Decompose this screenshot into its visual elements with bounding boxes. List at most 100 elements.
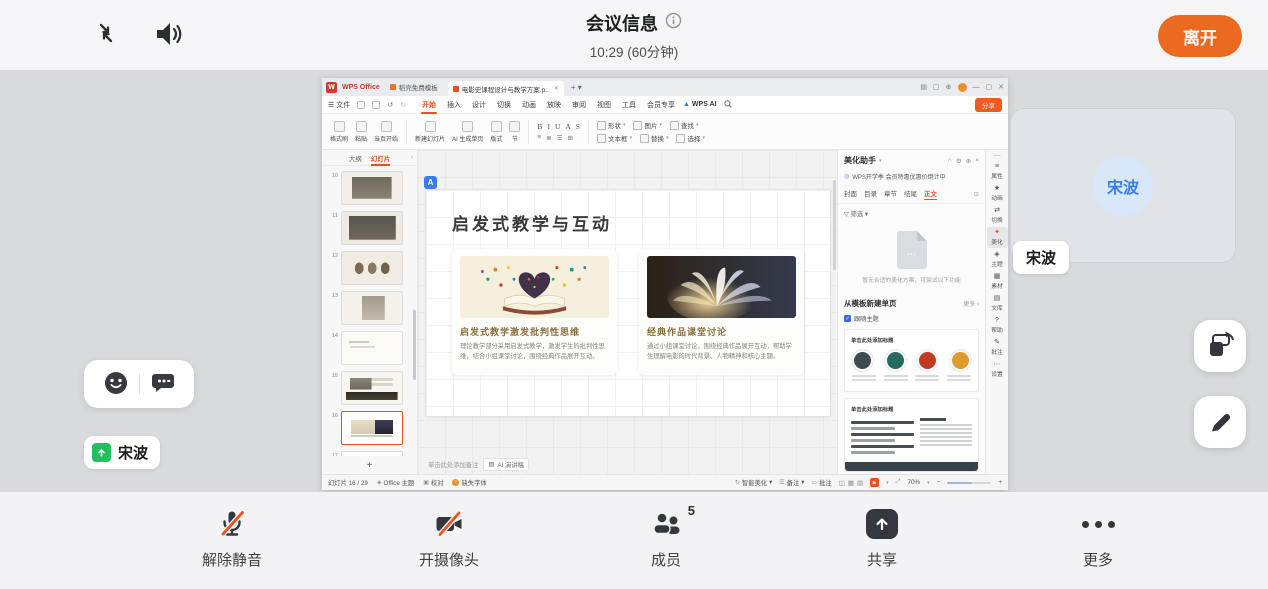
close-window-icon[interactable]: ✕ — [998, 83, 1004, 91]
zoom-level[interactable]: 70% — [908, 479, 921, 486]
promo-banner[interactable]: ◎WPS开学季 会员特惠优惠价倒计中 — [838, 169, 985, 184]
side-strip-item[interactable]: ✦ 美化 — [987, 227, 1008, 248]
slide-card-left[interactable]: 启发式教学激发批判性思维 理论教学部分采用启发式教学，激发学生的批判性思维，结合… — [452, 249, 617, 375]
beautify-tab[interactable]: 目录 — [864, 188, 877, 200]
font-style-button[interactable]: S — [576, 122, 580, 131]
annotate-button[interactable] — [1194, 396, 1246, 448]
side-strip-item[interactable]: ⋯ 设置 — [987, 359, 1008, 380]
side-strip-item[interactable]: ▤ 文库 — [987, 293, 1008, 314]
align-left-icon[interactable]: ≡ — [537, 134, 541, 142]
slide-thumbnail[interactable]: 14 — [322, 331, 417, 371]
info-icon[interactable] — [665, 12, 682, 34]
more-button[interactable]: 更多 — [1028, 506, 1168, 570]
side-strip-item[interactable]: ⇄ 切换 — [987, 205, 1008, 226]
menu-tab[interactable]: 插入 — [446, 98, 462, 112]
canvas-scrollbar[interactable] — [833, 180, 836, 270]
shared-screen-wps-window[interactable]: W WPS Office 稻壳免费模板 电影史课程设计与教学方案.p..✕ + … — [322, 78, 1008, 490]
wps-document-tab[interactable]: 电影史课程设计与教学方案.p..✕ — [448, 81, 564, 96]
missing-font-warning[interactable]: !缺失字体 — [452, 478, 486, 487]
restore-icon[interactable]: ▢ — [986, 83, 993, 91]
slide-thumbnail[interactable]: 16 — [322, 411, 417, 451]
follow-theme-checkbox[interactable]: ✓跟随主题 — [838, 311, 985, 326]
more-templates-link[interactable]: 更多 › — [963, 299, 979, 308]
grid-view-icon[interactable]: ▦ — [848, 479, 854, 487]
minimize-icon[interactable]: — — [973, 84, 980, 91]
fit-window-icon[interactable]: ⤢ — [896, 479, 901, 486]
new-tab-button[interactable]: + ▾ — [571, 83, 582, 92]
ribbon-button[interactable]: 格式刷 — [330, 121, 348, 143]
side-strip-item[interactable]: ▦ 素材 — [987, 271, 1008, 292]
slideshow-play-button[interactable]: ▶ — [870, 478, 879, 487]
side-strip-item[interactable]: ≡ 属性 — [987, 161, 1008, 182]
shrink-window-button[interactable] — [92, 19, 122, 52]
ribbon-insert-button[interactable]: 文本框▾ — [597, 133, 632, 143]
font-style-button[interactable]: U — [555, 122, 560, 131]
ribbon-insert-button[interactable]: 替换▾ — [640, 133, 669, 143]
person-icon[interactable]: ⊙ — [974, 190, 979, 198]
ribbon-button[interactable]: 新建幻灯片 — [415, 121, 445, 143]
menu-tab[interactable]: 切换 — [496, 98, 512, 112]
unmute-button[interactable]: 解除静音 — [162, 506, 302, 570]
font-style-button[interactable]: I — [547, 122, 550, 131]
headset-icon[interactable]: ∩ — [947, 157, 952, 165]
current-slide[interactable]: 启发式教学与互动 — [426, 190, 830, 416]
ribbon-button[interactable]: 粘贴 — [355, 121, 367, 143]
menu-tab[interactable]: 设计 — [471, 98, 487, 112]
list-icon[interactable]: ☰ — [557, 134, 563, 142]
menu-tab[interactable]: 会员专享 — [646, 98, 676, 112]
beautify-tab-active[interactable]: 正文 — [924, 188, 937, 200]
file-menu[interactable]: ☰ 文件 — [328, 100, 350, 110]
beautify-tab[interactable]: 结尾 — [904, 188, 917, 200]
pin-icon[interactable]: ⊕ — [966, 157, 971, 165]
ribbon-search-icon[interactable] — [724, 100, 732, 110]
side-strip-item[interactable]: ✎ 批注 — [987, 337, 1008, 358]
align-center-icon[interactable]: ≣ — [546, 134, 551, 142]
zoom-slider[interactable] — [947, 482, 991, 484]
normal-view-icon[interactable]: ◫ — [839, 479, 845, 487]
save-icon[interactable] — [357, 101, 365, 109]
smart-beautify-button[interactable]: ↻智能美化 ▾ — [735, 478, 772, 487]
ai-assistant-icon[interactable]: A — [424, 176, 437, 189]
slides-tab[interactable]: 幻灯片 — [371, 151, 391, 165]
add-slide-button[interactable]: + — [322, 456, 417, 474]
share-screen-button[interactable]: 共享 — [812, 506, 952, 570]
indent-icon[interactable]: ⊞ — [568, 134, 573, 142]
ribbon-button[interactable]: 版式 — [490, 121, 502, 143]
gear-icon[interactable]: ⚙ — [956, 157, 962, 165]
zoom-out-button[interactable]: − — [937, 479, 941, 486]
template-card-circles[interactable]: 单击此处添加标题 — [844, 329, 979, 392]
close-tab-icon[interactable]: ✕ — [554, 85, 559, 92]
menu-tab[interactable]: 工具 — [621, 98, 637, 112]
ribbon-button[interactable]: 节 — [509, 121, 520, 143]
wps-template-tab[interactable]: 稻壳免费模板 — [385, 80, 443, 94]
slide-card-right[interactable]: 经典作品课堂讨论 通过小组课堂讨论，围绕经典作品展开互动，帮助学生理解电影的时代… — [639, 249, 804, 375]
slide-thumbnail[interactable]: 15 — [322, 371, 417, 411]
emoji-reaction-button[interactable] — [103, 370, 129, 399]
wps-account-avatar[interactable] — [958, 83, 967, 92]
menu-tab[interactable]: 开始 — [421, 98, 437, 112]
side-strip-item[interactable]: ★ 动画 — [987, 183, 1008, 204]
font-style-button[interactable]: A — [565, 122, 570, 131]
window-icon[interactable]: ▢ — [933, 83, 940, 91]
chevron-down-icon[interactable]: ▾ — [879, 158, 882, 164]
participant-video-tile[interactable]: 宋波 宋波 — [1010, 108, 1236, 263]
beautify-tab[interactable]: 章节 — [884, 188, 897, 200]
ribbon-button[interactable]: AI 生成单页 — [452, 121, 483, 143]
sharer-indicator[interactable]: 宋波 — [84, 436, 160, 469]
font-style-button[interactable]: B — [537, 122, 542, 131]
ribbon-insert-button[interactable]: 查找▾ — [670, 120, 699, 130]
speaker-button[interactable] — [152, 18, 184, 53]
slide-thumbnail[interactable]: 12 — [322, 251, 417, 291]
template-card-list[interactable]: 单击此处添加标题 — [844, 398, 979, 472]
undo-icon[interactable]: ↺ — [387, 101, 393, 109]
close-panel-icon[interactable]: × — [975, 157, 979, 165]
ai-speech-notes-button[interactable]: ▤AI 演讲稿 — [483, 458, 529, 471]
wps-window-controls[interactable]: ▤▢⊕ —▢✕ — [920, 83, 1004, 92]
collapse-panel-icon[interactable]: ‹ — [411, 154, 413, 161]
menu-tab[interactable]: 审阅 — [571, 98, 587, 112]
slide-thumbnail[interactable]: 13 — [322, 291, 417, 331]
beautify-tab[interactable]: 封面 — [844, 188, 857, 200]
members-button[interactable]: 5 成员 — [596, 506, 736, 570]
wps-ai-menu[interactable]: ▲WPS AI — [683, 101, 717, 108]
ribbon-insert-button[interactable]: 选择▾ — [676, 133, 705, 143]
